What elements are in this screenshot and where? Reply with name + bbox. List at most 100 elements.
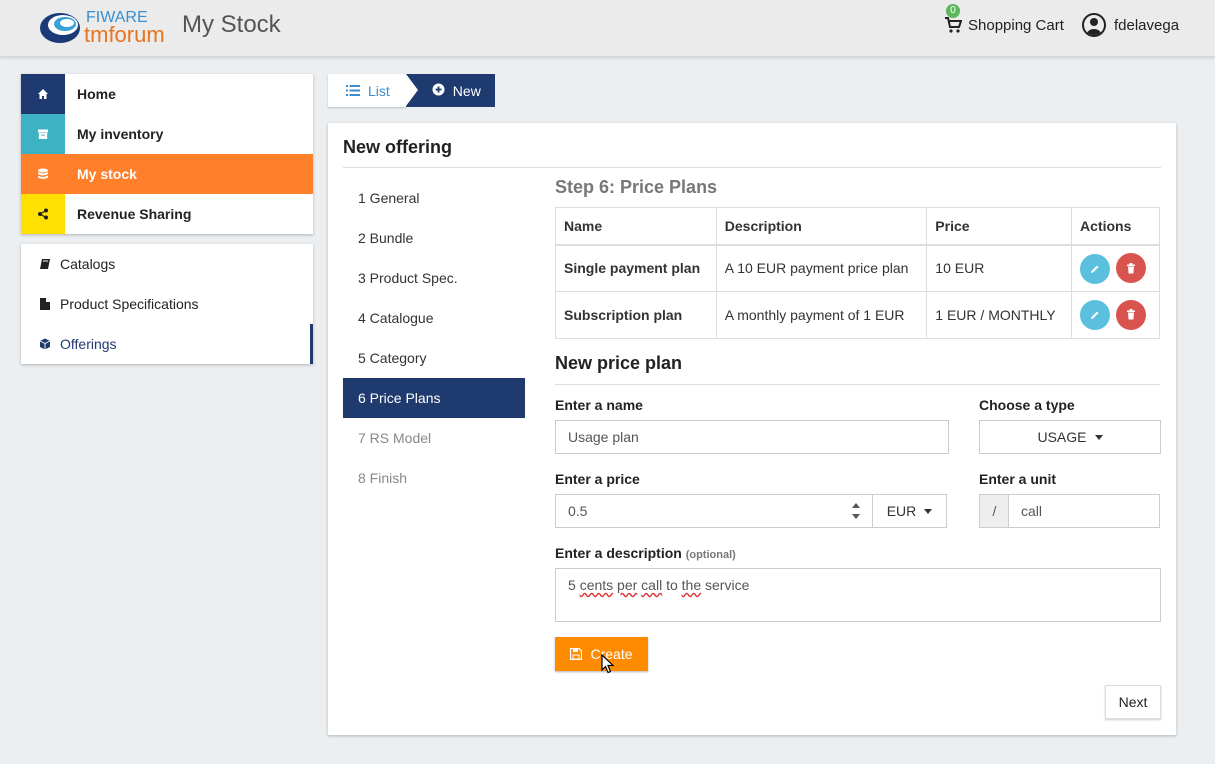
sidebar-item-label: Revenue Sharing: [77, 206, 192, 222]
spinner-down-icon: [852, 514, 860, 519]
plan-type-select[interactable]: USAGE: [979, 420, 1161, 454]
spinner-up-icon: [852, 503, 860, 508]
plan-name-input[interactable]: Usage plan: [555, 420, 949, 454]
step-finish: 8 Finish: [358, 470, 408, 486]
new-price-plan-title: New price plan: [555, 353, 683, 373]
column-header-description: Description: [715, 207, 928, 246]
new-offering-panel: New offering 1 General 2 Bundle 3 Produc…: [328, 123, 1176, 735]
sidebar-item-my-stock[interactable]: My stock: [21, 154, 313, 194]
column-header-name: Name: [555, 207, 717, 246]
plus-circle-icon: [432, 83, 445, 99]
list-icon: [346, 83, 360, 99]
desc-word-misspelled: call: [641, 577, 663, 593]
user-avatar-icon: [1082, 13, 1106, 37]
price-value: 0.5: [568, 503, 588, 519]
plan-price: 1 EUR / MONTHLY: [926, 291, 1073, 339]
price-input[interactable]: 0.5: [555, 494, 873, 528]
desc-word: to: [666, 577, 678, 593]
sidebar-item-label: Home: [77, 86, 116, 102]
section-divider: [555, 384, 1160, 385]
app-title: My Stock: [182, 11, 281, 38]
sidebar-item-revenue-sharing[interactable]: Revenue Sharing: [21, 194, 313, 234]
unit-input[interactable]: call: [1008, 494, 1160, 528]
breadcrumb-new-label: New: [452, 82, 481, 99]
plan-type-value: USAGE: [1037, 429, 1087, 445]
user-menu[interactable]: fdelavega: [1082, 13, 1179, 37]
cart-icon: [945, 17, 962, 33]
sidebar-item-label: Product Specifications: [60, 296, 199, 312]
sidebar-item-home[interactable]: Home: [21, 74, 313, 114]
plan-price: 10 EUR: [926, 244, 1073, 292]
price-label: Enter a price: [555, 471, 640, 487]
edit-plan-button[interactable]: [1080, 300, 1111, 331]
trash-icon: [1126, 262, 1135, 273]
number-spinner[interactable]: [852, 503, 860, 519]
logo-tmforum-text: tmforum: [84, 22, 165, 46]
wizard-steps: 1 General 2 Bundle 3 Product Spec. 4 Cat…: [343, 178, 525, 498]
desc-word: 5: [568, 577, 576, 593]
desc-word-misspelled: the: [681, 577, 702, 593]
plan-description: A 10 EUR payment price plan: [715, 244, 928, 292]
description-label: Enter a description (optional): [555, 545, 736, 561]
breadcrumb-list[interactable]: List: [328, 74, 406, 107]
table-row: Single payment plan A 10 EUR payment pri…: [555, 244, 1160, 292]
shopping-cart-label: Shopping Cart: [968, 16, 1064, 34]
currency-value: EUR: [886, 503, 917, 519]
table-header-row: Name Description Price Actions: [555, 207, 1160, 246]
book-icon: [38, 258, 52, 270]
currency-select[interactable]: EUR: [872, 494, 947, 528]
sidebar-main-nav: Home My inventory My stock Revenue Shari…: [21, 74, 313, 234]
desc-word-misspelled: per: [617, 577, 638, 593]
sidebar-item-catalogs[interactable]: Catalogs: [21, 244, 313, 284]
step-product-spec[interactable]: 3 Product Spec.: [343, 258, 525, 298]
step-catalogue[interactable]: 4 Catalogue: [343, 298, 525, 338]
step-general[interactable]: 1 General: [343, 178, 525, 218]
fiware-tmforum-logo[interactable]: FIWARE tmforum: [38, 8, 174, 46]
unit-prefix-addon: /: [979, 494, 1009, 528]
plan-name: Subscription plan: [555, 291, 717, 339]
pencil-icon: [1091, 311, 1099, 320]
desc-word: service: [705, 577, 750, 593]
name-label: Enter a name: [555, 397, 643, 413]
plan-name: Single payment plan: [555, 244, 717, 292]
pencil-icon: [1091, 265, 1099, 273]
unit-label: Enter a unit: [979, 471, 1057, 487]
cube-icon: [38, 338, 52, 350]
panel-title: New offering: [343, 137, 453, 157]
database-icon: [21, 154, 65, 194]
step-title: Step 6: Price Plans: [555, 177, 718, 197]
sidebar-sub-nav: Catalogs Product Specifications Offering…: [21, 244, 313, 364]
shopping-cart-link[interactable]: Shopping Cart: [944, 16, 1064, 34]
desc-word-misspelled: cents: [579, 577, 614, 593]
table-row: Subscription plan A monthly payment of 1…: [555, 291, 1160, 339]
panel-divider: [343, 167, 1161, 168]
plan-actions: [1071, 291, 1160, 339]
price-plans-table: Name Description Price Actions Single pa…: [555, 207, 1160, 339]
step-bundle[interactable]: 2 Bundle: [343, 218, 525, 258]
edit-plan-button[interactable]: [1080, 253, 1111, 284]
caret-down-icon: [924, 508, 933, 514]
sidebar-item-label: My stock: [77, 166, 137, 182]
delete-plan-button[interactable]: [1115, 253, 1146, 283]
file-icon: [38, 298, 52, 310]
column-header-price: Price: [926, 207, 1073, 246]
sidebar-item-my-inventory[interactable]: My inventory: [21, 114, 313, 154]
share-icon: [21, 194, 65, 234]
step-price-plans[interactable]: 6 Price Plans: [343, 378, 525, 418]
next-button[interactable]: Next: [1105, 685, 1161, 719]
mouse-cursor-icon: [601, 654, 615, 674]
description-textarea[interactable]: 5 cents per call to the service: [555, 568, 1161, 622]
step-category[interactable]: 5 Category: [343, 338, 525, 378]
breadcrumb-new[interactable]: New: [405, 74, 495, 107]
delete-plan-button[interactable]: [1115, 299, 1146, 330]
caret-down-icon: [1094, 434, 1103, 440]
sidebar-item-label: Offerings: [60, 336, 117, 352]
type-label: Choose a type: [979, 397, 1075, 413]
column-header-actions: Actions: [1071, 207, 1160, 246]
save-icon: [570, 648, 583, 660]
username: fdelavega: [1114, 16, 1180, 34]
sidebar-item-label: My inventory: [77, 126, 164, 142]
sidebar-item-product-specifications[interactable]: Product Specifications: [21, 284, 313, 324]
sidebar-item-offerings[interactable]: Offerings: [21, 324, 313, 364]
description-label-text: Enter a description: [555, 545, 682, 561]
